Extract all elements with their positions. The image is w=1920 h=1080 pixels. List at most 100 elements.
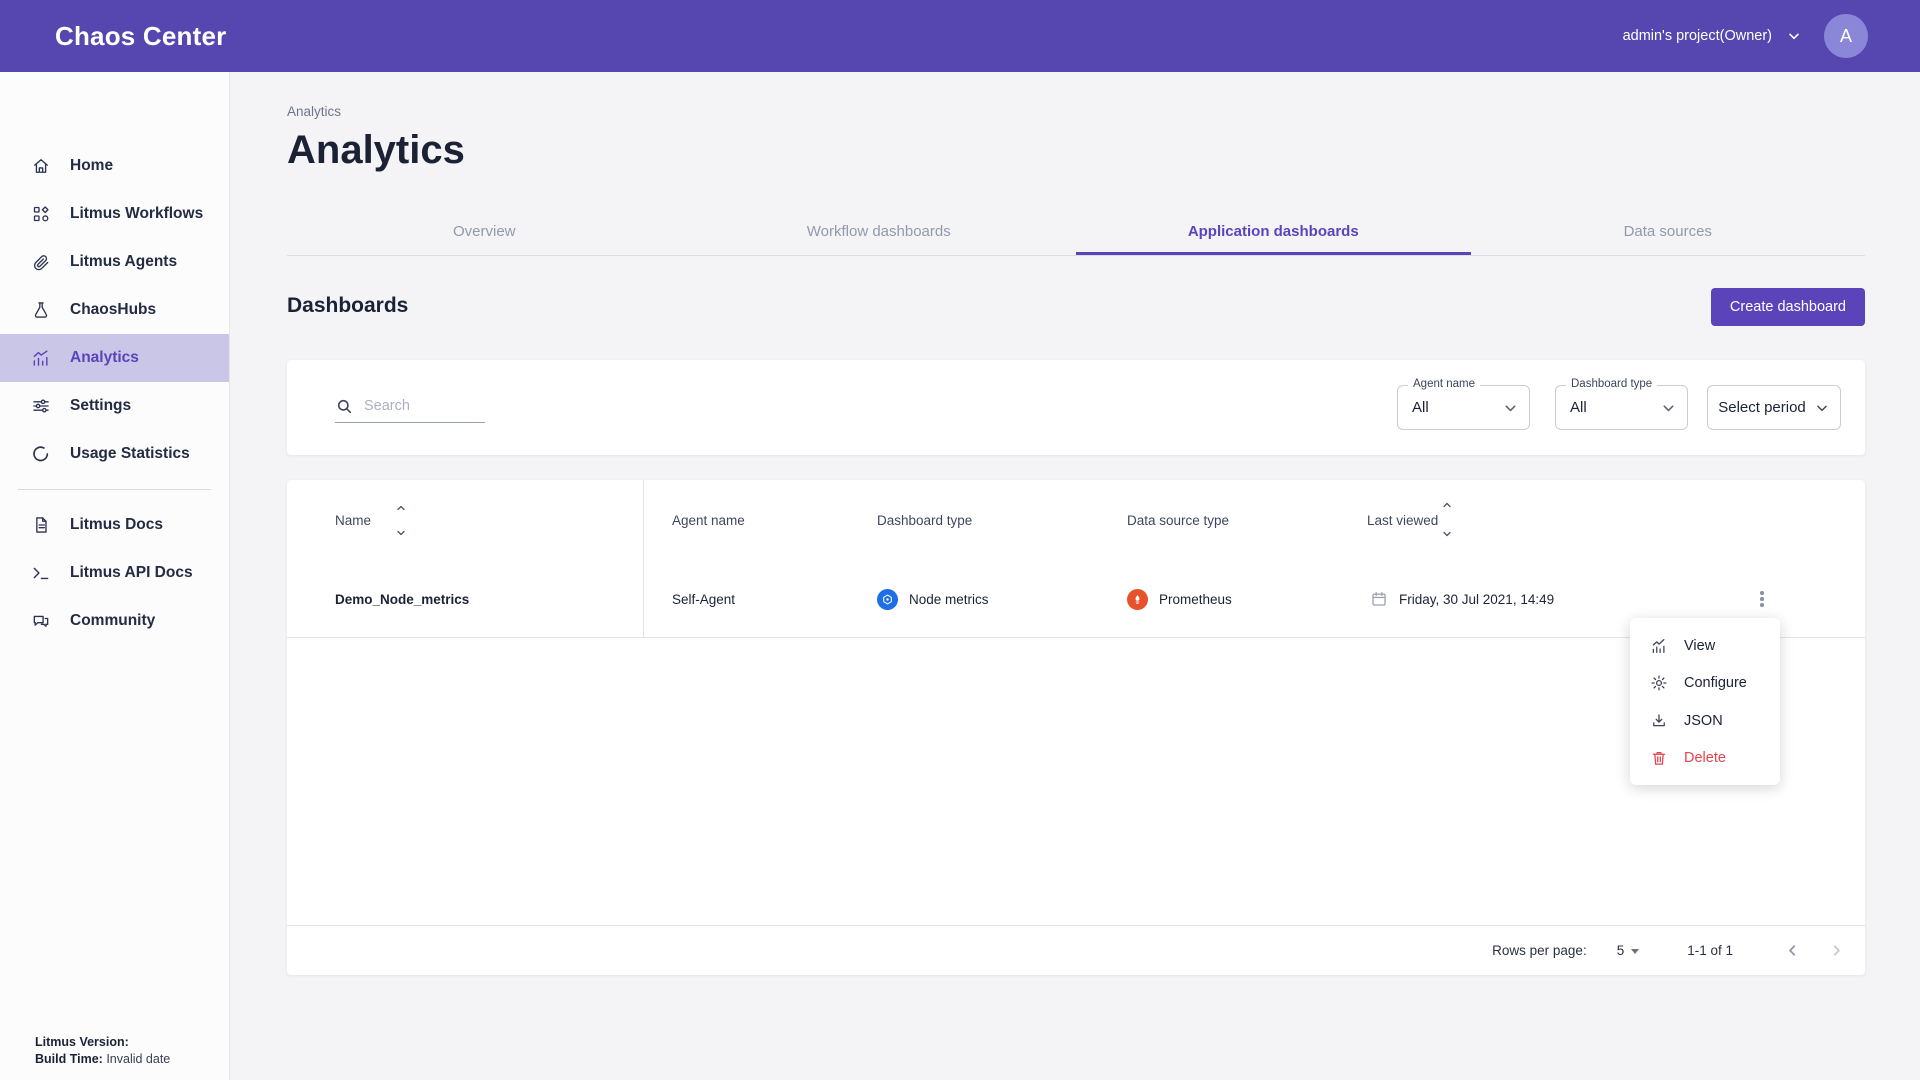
sidebar-item-label: Litmus Workflows [70,205,203,223]
top-bar: Chaos Center admin's project(Owner) A [0,0,1920,72]
sort-ascending-icon[interactable] [393,500,409,516]
prometheus-icon [1127,589,1148,610]
sidebar-item-usage-statistics[interactable]: Usage Statistics [0,430,229,478]
cell-last-viewed-label: Friday, 30 Jul 2021, 14:49 [1399,592,1554,607]
sort-descending-icon[interactable] [1439,526,1455,542]
agent-name-select[interactable]: Agent name All [1397,385,1530,430]
cell-data-source-type-label: Prometheus [1159,592,1232,607]
chevron-down-icon [1786,28,1802,44]
rows-per-page-value: 5 [1617,943,1625,958]
tab-bar: Overview Workflow dashboards Application… [287,210,1865,256]
gear-icon [1649,674,1668,693]
menu-item-delete[interactable]: Delete [1630,740,1780,778]
sliders-icon [30,395,52,417]
chaos-center-screen: Chaos Center admin's project(Owner) A Ho… [0,0,1920,1080]
chevron-down-icon [1660,399,1677,416]
next-page-icon[interactable] [1821,936,1851,966]
menu-item-view[interactable]: View [1630,627,1780,665]
sidebar-item-settings[interactable]: Settings [0,382,229,430]
dashboard-type-select[interactable]: Dashboard type All [1555,385,1688,430]
menu-item-label: JSON [1684,713,1723,729]
sidebar-item-label: Usage Statistics [70,445,190,463]
cell-data-source-type: Prometheus [1127,560,1232,638]
create-dashboard-button[interactable]: Create dashboard [1711,288,1865,326]
pagination-range: 1-1 of 1 [1687,943,1733,958]
filter-card: Agent name All Dashboard type All Select… [287,360,1865,455]
main-content: Analytics Analytics Overview Workflow da… [230,72,1920,1080]
home-icon [30,155,52,177]
row-options-menu: View Configure JSON Delete [1630,618,1780,785]
paperclip-icon [30,251,52,273]
column-header-data-source-type: Data source type [1127,480,1229,560]
chevron-down-icon [1502,399,1519,416]
sidebar-item-home[interactable]: Home [0,142,229,190]
tab-overview[interactable]: Overview [287,210,682,255]
sidebar-item-litmus-api-docs[interactable]: Litmus API Docs [0,549,229,597]
sort-ascending-icon[interactable] [1439,497,1455,513]
cell-dashboard-type-label: Node metrics [909,592,989,607]
sidebar-nav: Home Litmus Workflows Litmus Agents Chao… [0,142,229,645]
workflows-icon [30,203,52,225]
flask-icon [30,299,52,321]
node-metrics-icon [877,589,898,610]
sidebar-item-label: Home [70,157,113,175]
tab-application-dashboards[interactable]: Application dashboards [1076,210,1471,255]
version-info: Litmus Version: Build Time: Invalid date [35,1034,170,1068]
build-time-value: Invalid date [103,1052,170,1066]
top-bar-right: admin's project(Owner) A [1623,14,1868,58]
sidebar-item-litmus-workflows[interactable]: Litmus Workflows [0,190,229,238]
sidebar-divider [18,489,211,490]
menu-item-configure[interactable]: Configure [1630,665,1780,703]
search-field [335,390,485,423]
column-header-last-viewed: Last viewed [1367,480,1438,560]
cell-agent-name: Self-Agent [672,560,735,638]
select-period-label: Select period [1718,399,1806,416]
trash-icon [1649,749,1668,768]
menu-item-json[interactable]: JSON [1630,702,1780,740]
dashboards-heading: Dashboards [287,294,408,318]
cell-last-viewed: Friday, 30 Jul 2021, 14:49 [1370,560,1554,638]
dropdown-arrow-icon [1631,949,1639,954]
analytics-chart-icon [30,347,52,369]
agent-name-select-value: All [1412,386,1429,429]
search-input[interactable] [364,398,474,414]
avatar[interactable]: A [1824,14,1868,58]
cell-dashboard-type: Node metrics [877,560,989,638]
project-selector[interactable]: admin's project(Owner) [1623,28,1802,44]
sidebar-item-community[interactable]: Community [0,597,229,645]
menu-item-label: View [1684,638,1715,654]
previous-page-icon[interactable] [1777,936,1807,966]
sidebar-item-label: Community [70,612,155,630]
terminal-icon [30,562,52,584]
tab-data-sources[interactable]: Data sources [1471,210,1866,255]
menu-item-label: Delete [1684,750,1726,766]
sidebar: Home Litmus Workflows Litmus Agents Chao… [0,72,230,1080]
app-title: Chaos Center [55,21,226,52]
sidebar-item-litmus-agents[interactable]: Litmus Agents [0,238,229,286]
rows-per-page-select[interactable]: 5 [1617,943,1640,958]
select-period-button[interactable]: Select period [1707,385,1841,430]
column-header-agent-name: Agent name [672,480,745,560]
usage-arc-icon [30,443,52,465]
chevron-down-icon [1814,400,1830,416]
column-header-dashboard-type: Dashboard type [877,480,972,560]
chat-bubbles-icon [30,610,52,632]
sidebar-item-litmus-docs[interactable]: Litmus Docs [0,501,229,549]
table-row[interactable]: Demo_Node_metrics Self-Agent Node metric… [287,560,1865,638]
row-options-kebab-icon[interactable] [1749,586,1775,612]
sidebar-item-analytics[interactable]: Analytics [0,334,229,382]
page-title: Analytics [287,128,465,173]
sort-descending-icon[interactable] [393,525,409,541]
cell-dashboard-name: Demo_Node_metrics [335,560,469,638]
litmus-version-label: Litmus Version: [35,1035,129,1049]
sidebar-item-label: Litmus API Docs [70,564,193,582]
calendar-icon [1370,590,1388,608]
sidebar-item-label: Analytics [70,349,139,367]
sidebar-item-chaoshubs[interactable]: ChaosHubs [0,286,229,334]
download-icon [1649,711,1668,730]
menu-item-label: Configure [1684,675,1747,691]
pagination-bar: Rows per page: 5 1-1 of 1 [287,925,1865,975]
sidebar-item-label: Litmus Agents [70,253,177,271]
search-icon [335,397,354,416]
tab-workflow-dashboards[interactable]: Workflow dashboards [682,210,1077,255]
